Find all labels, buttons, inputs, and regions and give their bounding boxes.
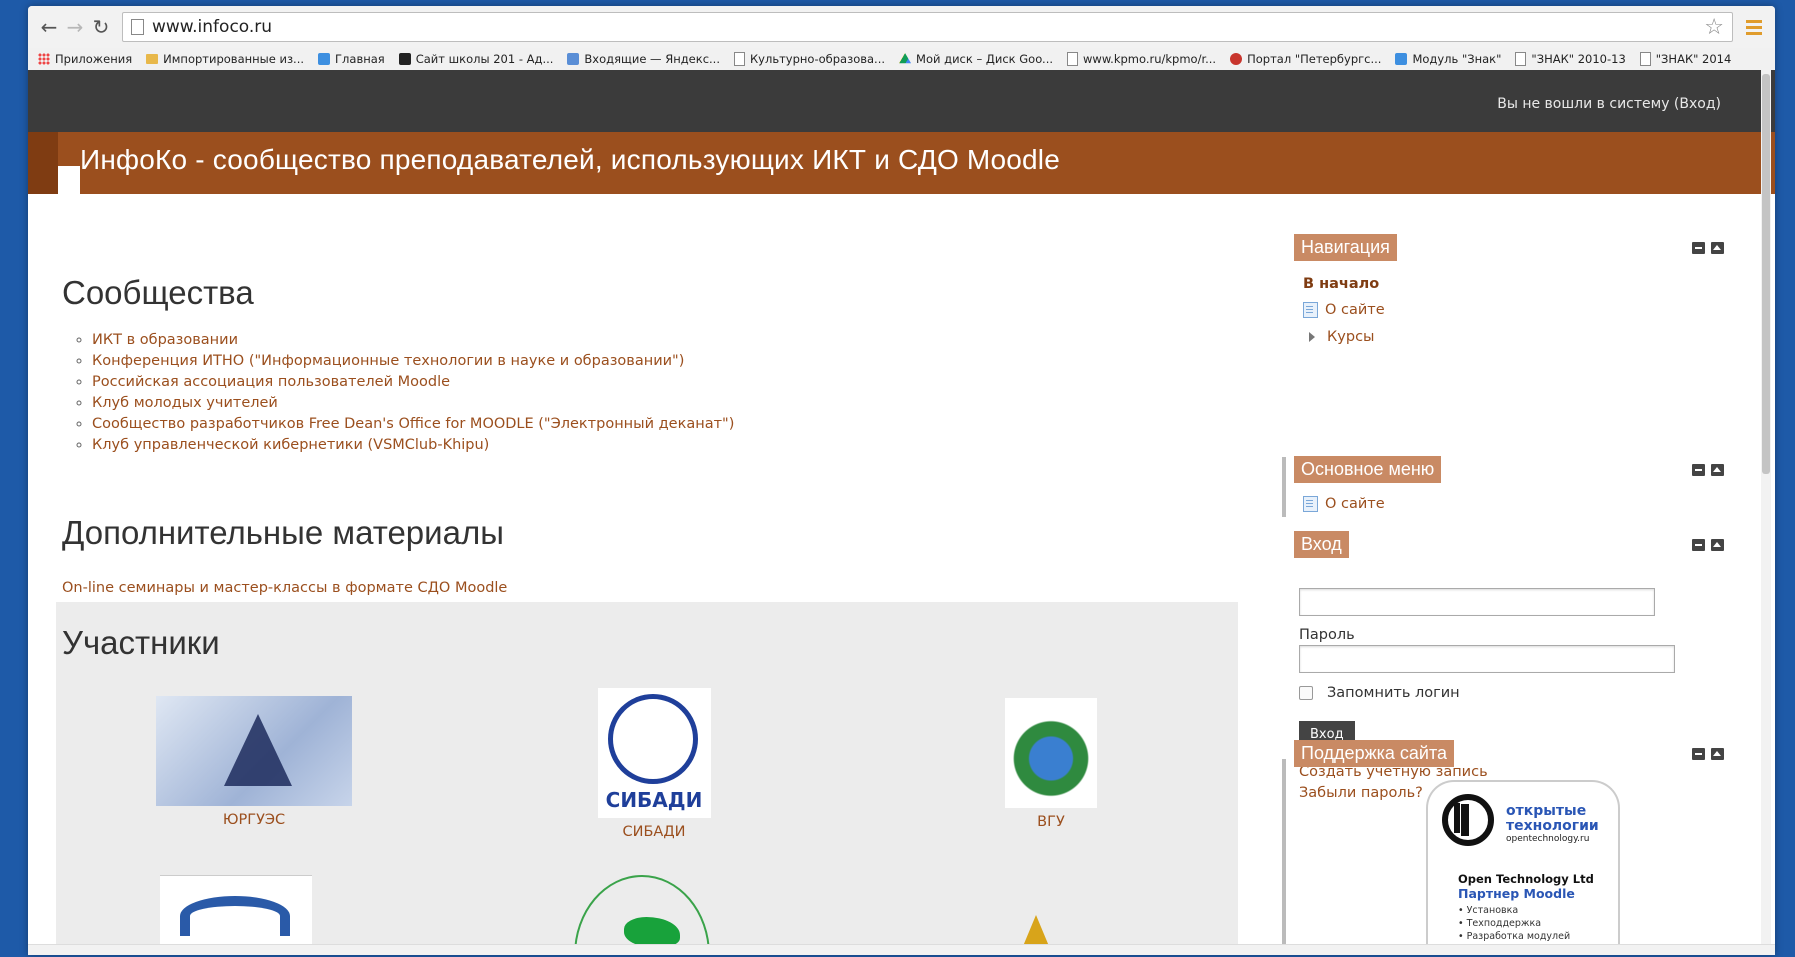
bookmark-kpmo[interactable]: www.kpmo.ru/kpmo/r...: [1067, 52, 1216, 66]
participant-name[interactable]: ВГУ: [1037, 814, 1065, 830]
vertical-scrollbar[interactable]: [1761, 70, 1771, 955]
page-icon: [1639, 52, 1651, 66]
community-link[interactable]: Клуб управленческой кибернетики (VSMClub…: [92, 437, 489, 453]
browser-toolbar: ← → ↻ www.infoco.ru ☆: [28, 6, 1775, 48]
open-technology-logo-icon: [1442, 794, 1494, 846]
banner-domain: opentechnology.ru: [1506, 834, 1590, 844]
emblem-icon: [1230, 53, 1243, 65]
participant-name[interactable]: ЮРГУЭС: [223, 812, 285, 828]
list-item: Клуб управленческой кибернетики (VSMClub…: [92, 435, 734, 456]
page-icon: [734, 52, 745, 66]
site-header: ИнфоКо - сообщество преподавателей, испо…: [28, 132, 1775, 194]
page-icon: [1067, 52, 1079, 66]
community-link[interactable]: Российская ассоциация пользователей Mood…: [92, 374, 450, 390]
main-region: Сообщества ИКТ в образовании Конференция…: [56, 194, 1242, 955]
yurgues-logo[interactable]: [156, 696, 352, 806]
school-icon: [398, 53, 411, 65]
bookmark-apps[interactable]: Приложения: [38, 52, 132, 66]
banner-partner: Партнер Moodle: [1458, 886, 1575, 901]
extra-materials-heading: Дополнительные материалы: [62, 514, 504, 551]
bookmark-star-icon[interactable]: ☆: [1704, 15, 1724, 40]
drive-icon: [899, 53, 912, 64]
apps-icon: [38, 53, 50, 65]
community-link[interactable]: ИКТ в образовании: [92, 332, 238, 348]
communities-list: ИКТ в образовании Конференция ИТНО ("Инф…: [62, 330, 734, 456]
list-item: Конференция ИТНО ("Информационные технол…: [92, 351, 734, 372]
header-accent-white: [58, 166, 80, 194]
list-item: Клуб молодых учителей: [92, 393, 734, 414]
bookmark-school[interactable]: Сайт школы 201 - Ад...: [398, 52, 553, 66]
module-icon: [1395, 53, 1408, 65]
seminars-link[interactable]: On-line семинары и мастер-классы в форма…: [62, 580, 507, 596]
block-edge-bar: [1282, 759, 1286, 955]
block-controls: [1692, 748, 1724, 760]
horizontal-scrollbar[interactable]: [28, 944, 1775, 955]
reload-icon[interactable]: ↻: [88, 14, 114, 40]
community-link[interactable]: Клуб молодых учителей: [92, 395, 278, 411]
forward-icon[interactable]: →: [62, 14, 88, 40]
login-status-link[interactable]: Вы не вошли в систему (Вход): [1497, 96, 1721, 112]
sidebar: Навигация В начало О сайте Курсы Основно…: [1282, 194, 1748, 955]
bookmark-portal[interactable]: Портал "Петербургс...: [1230, 52, 1381, 66]
bookmark-imported[interactable]: Импортированные из...: [146, 52, 304, 66]
bookmark-home[interactable]: Главная: [318, 52, 385, 66]
community-link[interactable]: Конференция ИТНО ("Информационные технол…: [92, 353, 684, 369]
page-icon: [1515, 52, 1527, 66]
browser-window: ← → ↻ www.infoco.ru ☆ Приложения Импорти…: [28, 6, 1775, 955]
collapse-icon[interactable]: [1692, 748, 1705, 760]
bookmark-culture[interactable]: Культурно-образова...: [734, 52, 885, 66]
block-edge-bar: [1282, 457, 1286, 517]
sibadi-emblem-icon: [607, 694, 698, 784]
participants-heading: Участники: [62, 624, 220, 661]
list-item: Российская ассоциация пользователей Mood…: [92, 372, 734, 393]
participant-vgu[interactable]: ВГУ: [1001, 698, 1101, 830]
support-block: Поддержка сайта открытые технологии open…: [1294, 194, 1748, 955]
back-icon[interactable]: ←: [36, 14, 62, 40]
vgu-coat-of-arms-icon[interactable]: [1005, 698, 1097, 808]
page-content: Сообщества ИКТ в образовании Конференция…: [28, 194, 1775, 955]
block-title: Поддержка сайта: [1294, 740, 1455, 767]
sibadi-logo[interactable]: СИБАДИ: [597, 688, 711, 818]
bookmark-drive[interactable]: Мой диск – Диск Goo...: [899, 52, 1053, 66]
mail-icon: [567, 53, 580, 65]
scrollbar-thumb[interactable]: [1762, 74, 1770, 474]
chrome-menu-icon[interactable]: [1741, 19, 1767, 35]
dock-icon[interactable]: [1711, 748, 1724, 760]
header-accent: [28, 132, 58, 194]
sibadi-logo-text: СИБАДИ: [605, 788, 703, 812]
banner-company: Open Technology Ltd: [1458, 872, 1594, 886]
folder-icon: [146, 54, 159, 64]
bookmark-module-znak[interactable]: Модуль "Знак": [1395, 52, 1501, 66]
bookmark-znak-2014[interactable]: "ЗНАК" 2014: [1639, 52, 1731, 66]
url-text[interactable]: www.infoco.ru: [152, 17, 1704, 37]
participant-sibadi[interactable]: СИБАДИ СИБАДИ: [594, 688, 714, 840]
participant-name[interactable]: СИБАДИ: [622, 824, 685, 840]
site-topbar: Вы не вошли в систему (Вход): [28, 70, 1775, 132]
bookmarks-bar: Приложения Импортированные из... Главная…: [28, 48, 1775, 71]
open-technology-banner[interactable]: открытые технологии opentechnology.ru Op…: [1426, 780, 1620, 955]
list-item: ИКТ в образовании: [92, 330, 734, 351]
list-item: Сообщество разработчиков Free Dean's Off…: [92, 414, 734, 435]
page-viewport: Вы не вошли в систему (Вход) ИнфоКо - со…: [28, 70, 1775, 955]
bookmark-yandex-mail[interactable]: Входящие — Яндекс...: [567, 52, 720, 66]
address-bar[interactable]: www.infoco.ru ☆: [122, 12, 1733, 42]
site-title[interactable]: ИнфоКо - сообщество преподавателей, испо…: [80, 144, 1060, 176]
participant-logo-partial[interactable]: [574, 875, 710, 955]
communities-heading: Сообщества: [62, 274, 254, 311]
pen-icon: [318, 53, 331, 65]
participants-panel: Участники ЮРГУЭС СИБАДИ СИБАДИ ВГУ: [56, 602, 1238, 955]
participant-yurgues[interactable]: ЮРГУЭС: [154, 696, 354, 828]
page-icon: [131, 19, 144, 35]
bookmark-znak-2010[interactable]: "ЗНАК" 2010-13: [1515, 52, 1626, 66]
participant-logo-partial[interactable]: [160, 875, 312, 955]
community-link[interactable]: Сообщество разработчиков Free Dean's Off…: [92, 416, 734, 432]
banner-services: • Установка • Техподдержка • Разработка …: [1458, 905, 1571, 942]
banner-title: открытые технологии: [1506, 803, 1599, 834]
